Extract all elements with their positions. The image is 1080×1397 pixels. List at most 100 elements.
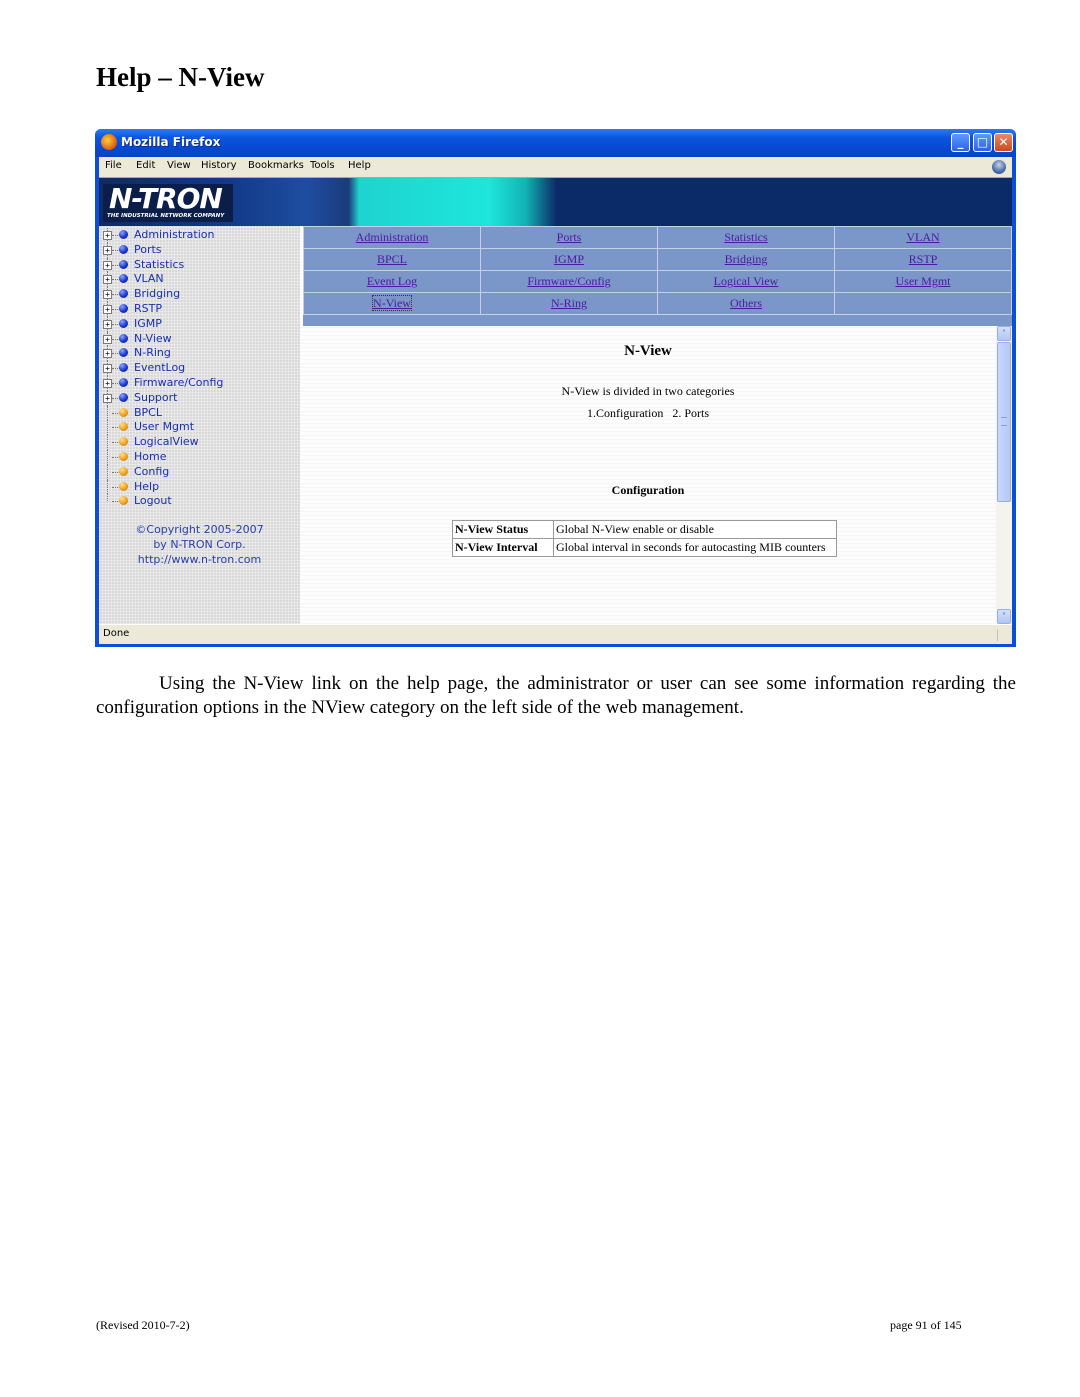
sidebar-item-label[interactable]: Help — [134, 480, 159, 493]
copyright-line: ©Copyright 2005-2007 — [135, 523, 264, 536]
expand-icon[interactable]: + — [103, 393, 112, 403]
expand-icon[interactable]: + — [103, 378, 112, 388]
menu-edit[interactable]: Edit — [136, 160, 155, 171]
sidebar-item-label[interactable]: N-Ring — [134, 346, 171, 359]
tree-connector — [107, 405, 108, 421]
browser-window: Mozilla Firefox _ □ ✕ File Edit View His… — [95, 129, 1016, 647]
resize-grip-icon[interactable] — [997, 629, 1010, 641]
nav-cell: Firmware/Config — [480, 270, 658, 293]
nav-cell: User Mgmt — [834, 270, 1012, 293]
help-link[interactable]: Event Log — [367, 274, 417, 288]
sidebar-item-label[interactable]: Ports — [134, 243, 162, 256]
expand-icon[interactable]: + — [103, 349, 112, 359]
config-value: Global interval in seconds for autocasti… — [553, 538, 837, 557]
sidebar-item-label[interactable]: LogicalView — [134, 435, 199, 448]
help-link[interactable]: Ports — [557, 230, 582, 244]
help-link[interactable]: N-View — [372, 295, 412, 311]
menu-tools[interactable]: Tools — [310, 160, 335, 171]
nav-cell: Others — [657, 292, 835, 315]
nav-cell: Logical View — [657, 270, 835, 293]
expand-icon[interactable]: + — [103, 275, 112, 285]
copyright-url[interactable]: http://www.n-tron.com — [99, 552, 300, 567]
blue-bullet-icon — [119, 318, 128, 328]
logo-subtext: THE INDUSTRIAL NETWORK COMPANY — [107, 213, 225, 219]
expand-icon[interactable]: + — [103, 364, 112, 374]
sidebar-item-label[interactable]: Administration — [134, 228, 215, 241]
nav-cell: BPCL — [303, 248, 481, 271]
help-link[interactable]: Logical View — [714, 274, 779, 288]
sidebar-item-label[interactable]: EventLog — [134, 361, 185, 374]
tree-connector — [107, 449, 108, 465]
window-title: Mozilla Firefox — [121, 135, 221, 149]
help-link[interactable]: BPCL — [377, 252, 407, 266]
help-link[interactable]: IGMP — [554, 252, 584, 266]
help-link[interactable]: Bridging — [725, 252, 768, 266]
nav-cell — [834, 292, 1012, 315]
close-button[interactable]: ✕ — [994, 133, 1013, 152]
sidebar-item-label[interactable]: Bridging — [134, 287, 180, 300]
maximize-button[interactable]: □ — [973, 133, 992, 152]
expand-icon[interactable]: + — [103, 290, 112, 300]
scroll-up-button[interactable]: ˄ — [997, 326, 1011, 341]
nav-row: BPCL IGMP Bridging RSTP — [303, 248, 1012, 271]
grip-icon — [1001, 417, 1007, 426]
tree-connector — [107, 420, 108, 436]
menu-bar: File Edit View History Bookmarks Tools H… — [99, 157, 1012, 178]
sidebar-item-label[interactable]: BPCL — [134, 406, 162, 419]
help-link[interactable]: Administration — [356, 230, 429, 244]
expand-icon[interactable]: + — [103, 231, 112, 240]
expand-icon[interactable]: + — [103, 304, 112, 314]
sidebar-item-label[interactable]: Config — [134, 465, 169, 478]
tree-connector — [107, 494, 108, 502]
expand-icon[interactable]: + — [103, 319, 112, 329]
help-section-title: Configuration — [611, 483, 685, 497]
sidebar-item-label[interactable]: Firmware/Config — [134, 376, 223, 389]
blue-bullet-icon — [119, 348, 128, 358]
copyright: ©Copyright 2005-2007 by N-TRON Corp. htt… — [99, 522, 300, 567]
help-link[interactable]: RSTP — [909, 252, 938, 266]
tree-connector — [107, 479, 108, 495]
orange-bullet-icon — [119, 481, 128, 491]
throbber-icon — [992, 160, 1006, 174]
sidebar-item-label[interactable]: User Mgmt — [134, 420, 194, 433]
sidebar-item-label[interactable]: RSTP — [134, 302, 162, 315]
menu-view[interactable]: View — [167, 160, 191, 171]
minimize-button[interactable]: _ — [951, 133, 970, 152]
vertical-scrollbar[interactable]: ˄ ˅ — [996, 326, 1012, 624]
help-link[interactable]: Statistics — [724, 230, 767, 244]
nav-cell: Ports — [480, 226, 658, 249]
nav-row: Administration Ports Statistics VLAN — [303, 226, 1012, 249]
body-paragraph: Using the N-View link on the help page, … — [96, 672, 1016, 720]
sidebar-item-label[interactable]: Support — [134, 391, 177, 404]
menu-file[interactable]: File — [105, 160, 122, 171]
page-title: Help – N-View — [96, 62, 265, 92]
nav-cell: Administration — [303, 226, 481, 249]
sidebar-item-label[interactable]: N-View — [134, 332, 172, 345]
nav-cell: Bridging — [657, 248, 835, 271]
help-link[interactable]: N-Ring — [551, 296, 587, 310]
footer-revision: (Revised 2010-7-2) — [96, 1318, 190, 1332]
scroll-thumb[interactable] — [997, 342, 1011, 502]
sidebar-item-label[interactable]: Logout — [134, 494, 172, 507]
menu-history[interactable]: History — [201, 160, 237, 171]
ntron-logo[interactable]: N-TRON THE INDUSTRIAL NETWORK COMPANY — [103, 182, 233, 222]
sidebar-item-label[interactable]: IGMP — [134, 317, 162, 330]
sidebar-item-label[interactable]: VLAN — [134, 272, 164, 285]
menu-bookmarks[interactable]: Bookmarks — [248, 160, 304, 171]
banner: N-TRON THE INDUSTRIAL NETWORK COMPANY — [99, 178, 1012, 226]
help-link[interactable]: VLAN — [906, 230, 939, 244]
help-link[interactable]: Others — [730, 296, 762, 310]
help-link[interactable]: User Mgmt — [896, 274, 951, 288]
help-intro: N-View is divided in two categories — [561, 384, 735, 398]
sidebar-item-label[interactable]: Home — [134, 450, 166, 463]
sidebar-item-label[interactable]: Statistics — [134, 258, 184, 271]
help-categories: 1.Configuration 2. Ports — [587, 406, 709, 420]
blue-bullet-icon — [119, 363, 128, 373]
expand-icon[interactable]: + — [103, 260, 112, 270]
expand-icon[interactable]: + — [103, 245, 112, 255]
scroll-down-button[interactable]: ˅ — [997, 609, 1011, 624]
help-link[interactable]: Firmware/Config — [527, 274, 610, 288]
status-text: Done — [103, 628, 130, 639]
expand-icon[interactable]: + — [103, 334, 112, 344]
menu-help[interactable]: Help — [348, 160, 371, 171]
